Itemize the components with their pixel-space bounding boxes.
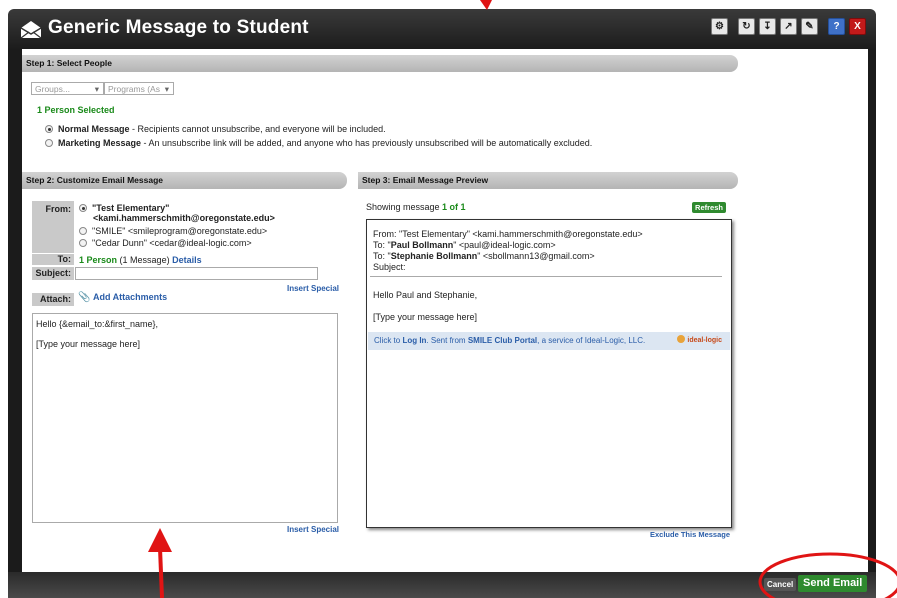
top-arrow-tip [480, 0, 492, 10]
red-annotations [148, 0, 897, 598]
bottom-arrow-shaft [158, 547, 164, 598]
bottom-arrow-head [148, 528, 172, 552]
send-email-highlight-circle [758, 552, 897, 598]
